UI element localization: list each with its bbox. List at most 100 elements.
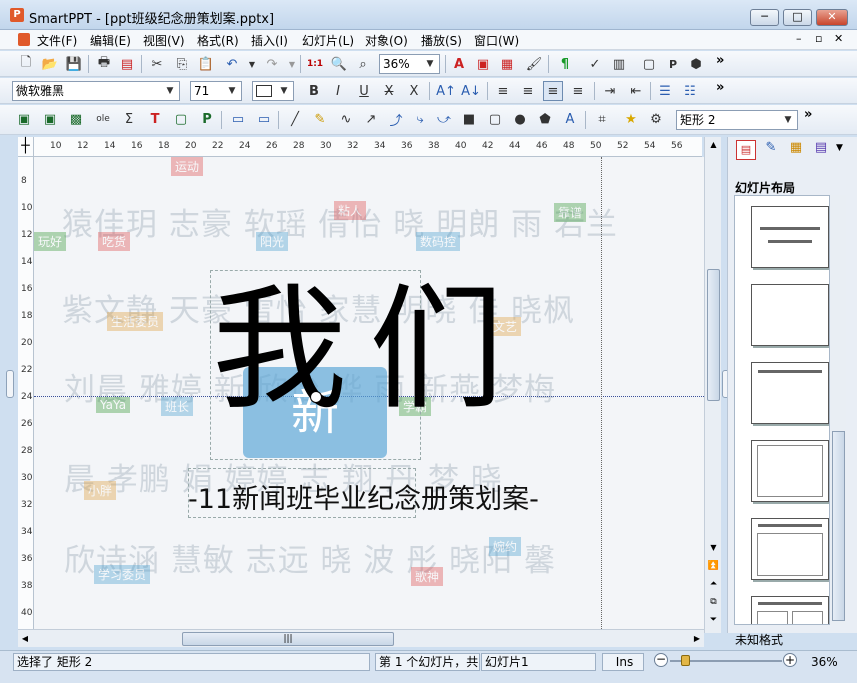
menu-object[interactable]: 对象(O) (365, 32, 408, 49)
font-select[interactable]: 微软雅黑 ▼ (12, 81, 180, 101)
frame-icon[interactable]: ▢ (171, 109, 191, 129)
rectangle-icon[interactable]: ■ (459, 109, 479, 129)
arrow-line-icon[interactable]: ↗ (361, 109, 381, 129)
numbered-list-icon[interactable]: ☷ (680, 81, 700, 101)
curved-connector-icon[interactable]: ⤻ (434, 109, 454, 129)
curve-icon[interactable]: ∿ (336, 109, 356, 129)
menu-file[interactable]: 文件(F) (37, 32, 77, 49)
menu-window[interactable]: 窗口(W) (474, 32, 519, 49)
layout-content-box[interactable] (751, 440, 829, 502)
connector-icon[interactable]: ⤴ (386, 109, 406, 129)
ole-icon[interactable]: ole (93, 109, 113, 129)
ellipse-icon[interactable]: ● (510, 109, 530, 129)
slide-image-icon[interactable]: ▭ (254, 109, 274, 129)
print-icon[interactable]: 🖶 (94, 54, 114, 74)
sidebar-edit-icon[interactable]: ✎ (761, 140, 781, 160)
zoom-out-icon[interactable]: − (654, 653, 668, 667)
close-button[interactable]: ✕ (816, 9, 848, 26)
undo-icon[interactable]: ↶ (222, 54, 242, 74)
actual-size-icon[interactable]: 1:1 (305, 54, 325, 74)
horizontal-ruler[interactable]: 10 12 14 16 18 20 22 24 26 28 30 32 34 36 38 40 42 44 46 48… (34, 137, 702, 157)
paragraph-mark-icon[interactable]: ¶ (555, 54, 575, 74)
star-icon[interactable]: ★ (621, 109, 641, 129)
outdent-icon[interactable]: ⇤ (626, 81, 646, 101)
vertical-ruler[interactable]: 8 10 12 14 16 18 20 22 24 26 28 30 32 34 36 38 40 (18, 157, 34, 629)
scroll-up-icon[interactable]: ▲ (706, 137, 721, 152)
pen-icon[interactable]: ✎ (310, 109, 330, 129)
sidebar-slides-icon[interactable]: ▤ (736, 140, 756, 160)
scroll-right-icon[interactable]: ▶ (690, 632, 704, 646)
line-icon[interactable]: ╱ (285, 109, 305, 129)
doc-close-icon[interactable]: ✕ (834, 32, 843, 45)
menu-play[interactable]: 播放(S) (421, 32, 462, 49)
p-icon[interactable]: P (663, 54, 683, 74)
menu-insert[interactable]: 插入(I) (251, 32, 288, 49)
zoom-in-icon[interactable]: + (783, 653, 797, 667)
font-color-select[interactable]: ▼ (252, 81, 294, 101)
doc-restore-icon[interactable]: ▫ (815, 32, 822, 45)
insert-mode-status[interactable]: Ins (602, 653, 644, 671)
shape-name-select[interactable]: 矩形 2 ▼ (676, 110, 798, 130)
first-slide-icon[interactable]: ⏫ (706, 561, 721, 575)
overflow-icon[interactable]: » (804, 107, 812, 122)
menu-slide[interactable]: 幻灯片(L) (302, 32, 354, 49)
database-icon[interactable]: ⬢ (686, 54, 706, 74)
paste-icon[interactable]: 📋 (196, 54, 216, 74)
vertical-scroll-thumb[interactable] (707, 269, 720, 401)
sidebar-color-icon[interactable]: ▦ (786, 140, 806, 160)
zoom-tool-icon[interactable]: 🔍 (329, 54, 349, 74)
layout-title-top[interactable] (751, 362, 829, 424)
zoom-slider-thumb[interactable] (681, 655, 690, 666)
new-icon[interactable]: 🗋 (16, 54, 36, 74)
scroll-left-icon[interactable]: ◀ (18, 632, 32, 646)
page-icon[interactable]: ▢ (639, 54, 659, 74)
pdf-icon[interactable]: ▤ (117, 54, 137, 74)
open-icon[interactable]: 📂 (40, 54, 60, 74)
p-frame-icon[interactable]: P (197, 109, 217, 129)
select-object-icon[interactable]: ▣ (14, 109, 34, 129)
magnifier-icon[interactable]: ⌕ (353, 54, 373, 74)
maximize-button[interactable]: □ (783, 9, 812, 26)
bold-icon[interactable]: B (304, 81, 324, 101)
align-left-icon[interactable]: ≡ (493, 81, 513, 101)
zoom-select[interactable]: 36% ▼ (379, 54, 440, 74)
table-icon[interactable]: ▦ (497, 54, 517, 74)
scroll-down-icon[interactable]: ▼ (706, 543, 721, 556)
settings-icon[interactable]: ⚙ (646, 109, 666, 129)
save-icon[interactable]: 💾 (64, 54, 84, 74)
sidebar-chevron-down-icon[interactable]: ▼ (836, 143, 843, 153)
strikethrough-double-icon[interactable]: X (404, 81, 424, 101)
cut-icon[interactable]: ✂ (147, 54, 167, 74)
group-icon[interactable]: ▣ (40, 109, 60, 129)
slide-canvas[interactable]: 猿佳玥 志豪 软瑶 倩怡 晓 明朗 雨 若兰 紫文静 天豪 雪怡 家慧 明晓 佳… (34, 157, 704, 629)
menu-edit[interactable]: 编辑(E) (90, 32, 131, 49)
slide-subtitle[interactable]: -11新闻班毕业纪念册策划案- (188, 477, 539, 516)
text-box-icon[interactable]: A (449, 54, 469, 74)
sidebar-scrollbar[interactable] (831, 195, 846, 625)
copy-icon[interactable]: ⎘ (172, 54, 192, 74)
fontwork-icon[interactable]: A (560, 109, 580, 129)
image-icon[interactable]: ▩ (66, 109, 86, 129)
font-size-select[interactable]: 71 ▼ (190, 81, 242, 101)
sidebar-scroll-thumb[interactable] (832, 431, 845, 621)
ruler-corner-icon[interactable]: ┼ (18, 137, 34, 157)
doc-minimize-icon[interactable]: – (796, 32, 802, 45)
format-painter-icon[interactable]: 🖌 (524, 54, 544, 74)
prev-slide-icon[interactable]: ⏶ (706, 579, 721, 593)
vertical-scrollbar[interactable]: ▲ ▼ ⏫ ⏶ ⧉ ⏷ (704, 137, 721, 633)
next-slide-icon[interactable]: ⏷ (706, 615, 721, 629)
redo-dropdown-icon[interactable]: ▼ (282, 54, 302, 74)
layout-two-content[interactable] (751, 596, 829, 624)
menu-view[interactable]: 视图(V) (143, 32, 185, 49)
overflow-icon[interactable]: » (716, 53, 724, 68)
strikethrough-icon[interactable]: X (379, 81, 399, 101)
rounded-rect-icon[interactable]: ▢ (485, 109, 505, 129)
justify-icon[interactable]: ≡ (568, 81, 588, 101)
rotation-handle-icon[interactable] (310, 391, 322, 403)
left-panel-handle-icon[interactable] (6, 370, 14, 398)
redo-icon[interactable]: ↷ (262, 54, 282, 74)
text-frame-icon[interactable]: T (145, 109, 165, 129)
spell-check-icon[interactable]: ✓ (585, 54, 605, 74)
layout-title-only[interactable] (751, 206, 829, 268)
horizontal-scrollbar[interactable]: ◀ ||| ▶ (18, 629, 704, 647)
